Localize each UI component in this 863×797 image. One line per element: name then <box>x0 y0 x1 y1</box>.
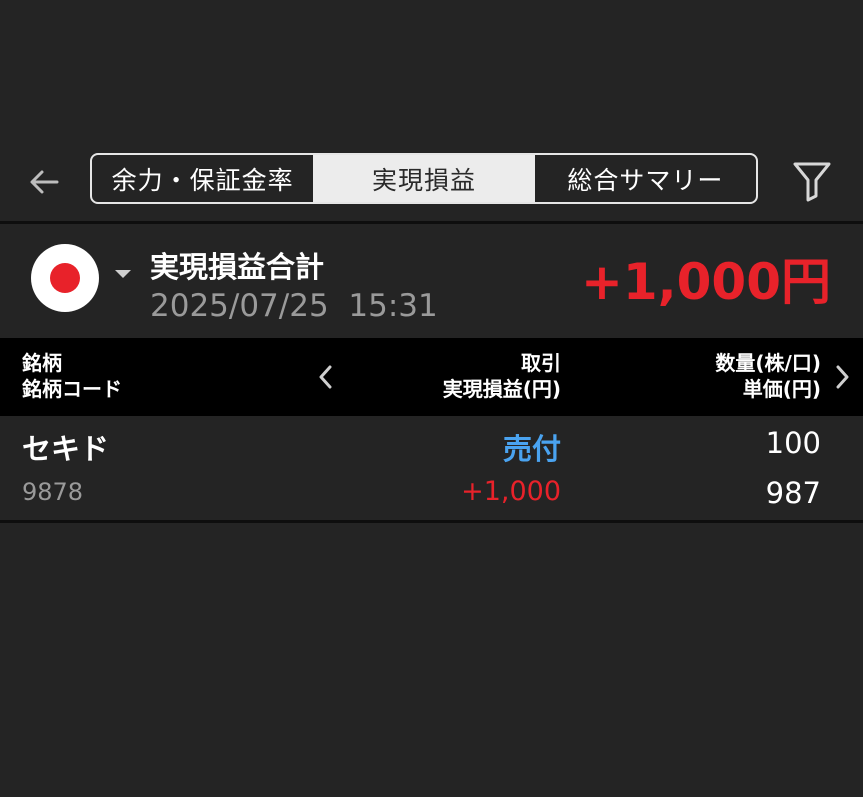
back-button[interactable] <box>22 160 66 204</box>
filter-icon <box>793 162 831 202</box>
column-header-stock: 銘柄 銘柄コード <box>22 350 122 402</box>
unit-price-value: 987 <box>765 476 821 510</box>
top-bar: 余力・保証金率 実現損益 総合サマリー <box>0 150 863 212</box>
table-row[interactable]: セキド 9878 売付 +1,000 100 987 <box>0 416 863 520</box>
summary-datetime: 2025/07/25 15:31 <box>150 288 438 324</box>
column-header-trade: 取引 実現損益(円) <box>443 350 561 402</box>
caret-down-icon[interactable] <box>115 270 131 278</box>
realized-pl-value: +1,000 <box>461 476 561 507</box>
stock-code: 9878 <box>22 478 84 506</box>
column-header-line: 単価(円) <box>742 377 821 401</box>
quantity-value: 100 <box>765 426 821 460</box>
summary-title: 実現損益合計 <box>150 250 325 284</box>
japan-flag-icon[interactable] <box>31 244 99 312</box>
column-header-line: 銘柄コード <box>22 377 122 401</box>
trade-type: 売付 <box>502 432 561 466</box>
chevron-right-icon <box>836 365 849 389</box>
stock-name: セキド <box>22 432 110 466</box>
tab-total-summary[interactable]: 総合サマリー <box>535 155 756 202</box>
column-header-line: 銘柄 <box>22 351 62 375</box>
filter-button[interactable] <box>786 156 838 206</box>
arrow-left-icon <box>30 170 59 194</box>
next-columns-button[interactable] <box>828 358 858 396</box>
realized-pl-screen: 余力・保証金率 実現損益 総合サマリー 実現損益合計 2025/07/25 15… <box>0 0 863 797</box>
realized-pl-summary: 実現損益合計 2025/07/25 15:31 +1,000円 <box>0 224 863 338</box>
row-divider <box>0 520 863 523</box>
column-header-quantity: 数量(株/口) 単価(円) <box>715 350 821 402</box>
table-header: 銘柄 銘柄コード 取引 実現損益(円) 数量(株/口) 単価(円) <box>0 338 863 416</box>
flag-red-disc <box>50 263 80 293</box>
summary-total-amount: +1,000円 <box>580 253 831 311</box>
segment-tabs: 余力・保証金率 実現損益 総合サマリー <box>90 153 758 204</box>
tab-margin-ratio[interactable]: 余力・保証金率 <box>92 155 313 202</box>
column-header-line: 取引 <box>521 351 561 375</box>
chevron-left-icon <box>319 365 332 389</box>
tab-realized-pl[interactable]: 実現損益 <box>313 155 535 202</box>
column-header-line: 数量(株/口) <box>715 351 821 375</box>
column-header-line: 実現損益(円) <box>442 377 561 401</box>
prev-columns-button[interactable] <box>310 358 340 396</box>
